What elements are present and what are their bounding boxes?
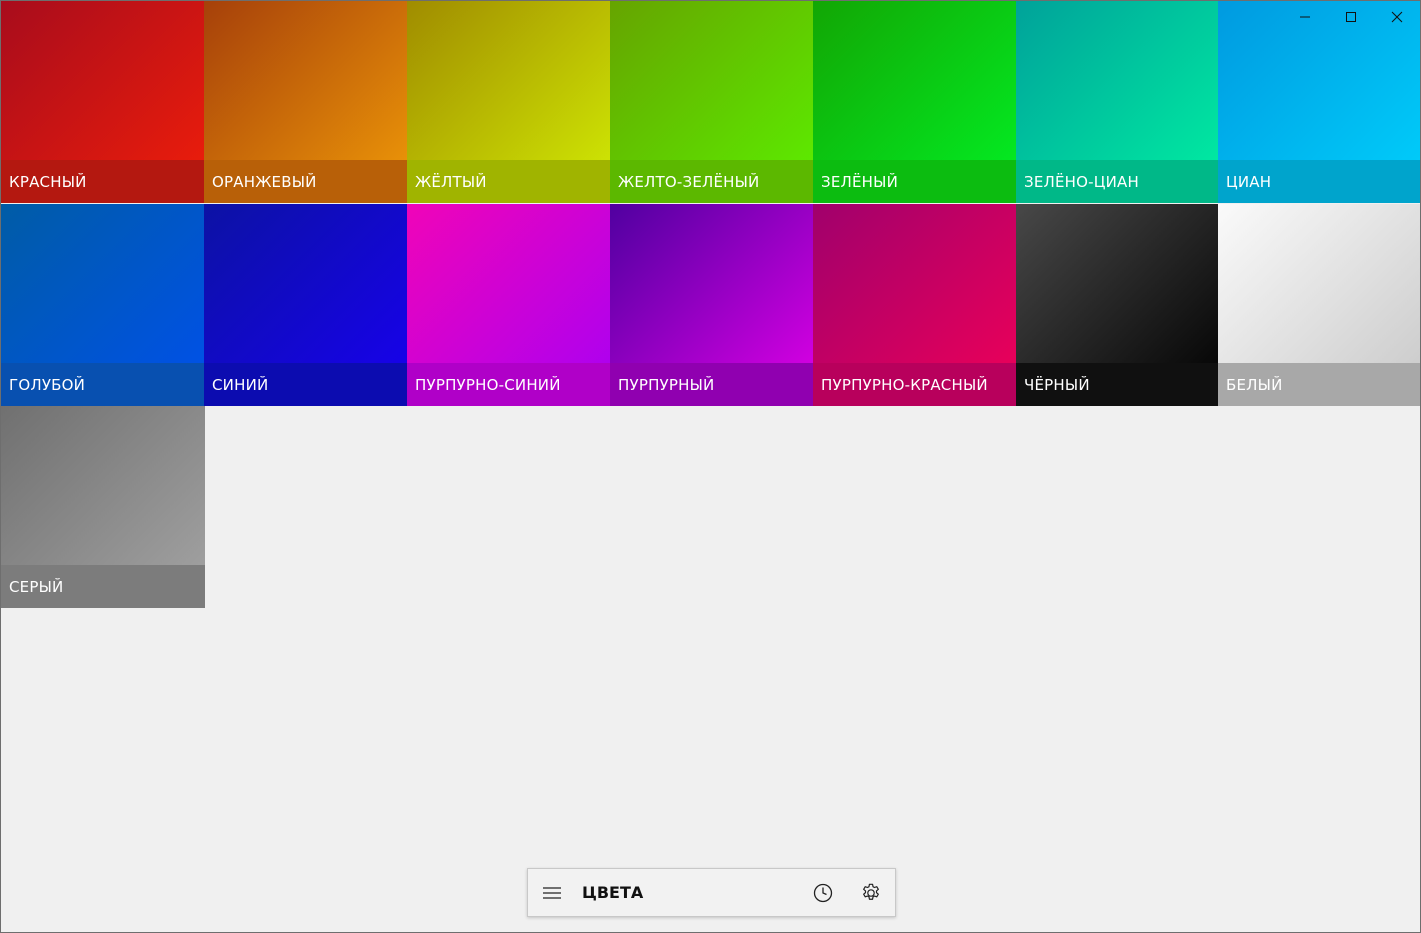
clock-icon (813, 883, 833, 902)
color-tile-label-bar: ЦИАН (1218, 160, 1420, 203)
color-tile[interactable]: ПУРПУРНО-КРАСНЫЙ (813, 204, 1016, 406)
color-tile-label: ГОЛУБОЙ (9, 375, 86, 394)
color-tile-label: СЕРЫЙ (9, 577, 64, 596)
gear-icon (863, 883, 879, 900)
color-tile-label-bar: КРАСНЫЙ (1, 160, 205, 203)
color-tile[interactable]: ЧЁРНЫЙ (1016, 204, 1218, 406)
color-tile-label: ЖЕЛТО-ЗЕЛЁНЫЙ (618, 172, 760, 191)
color-tile-label: ЗЕЛЁНЫЙ (821, 172, 898, 191)
maximize-icon (1346, 12, 1356, 22)
close-icon (1391, 11, 1403, 23)
color-tile-label-bar: ЗЕЛЁНЫЙ (813, 160, 1016, 203)
color-tile-label: БЕЛЫЙ (1226, 375, 1283, 394)
close-button[interactable] (1374, 1, 1420, 33)
color-grid: КРАСНЫЙ ОРАНЖЕВЫЙ ЖЁЛТЫЙ ЖЕЛТО-ЗЕЛЁНЫЙ ЗЕЛЁН… (1, 1, 1420, 609)
color-tile-label: ЖЁЛТЫЙ (415, 172, 487, 191)
color-tile-label-bar: ЖЁЛТЫЙ (407, 160, 610, 203)
color-tile-label-bar: СИНИЙ (204, 363, 407, 406)
color-tile-label-bar: СЕРЫЙ (1, 565, 205, 608)
color-tile-label-bar: ПУРПУРНЫЙ (610, 363, 813, 406)
color-tile[interactable]: ЖЁЛТЫЙ (407, 1, 610, 203)
color-tile-label: ПУРПУРНО-СИНИЙ (415, 375, 561, 394)
color-tile[interactable]: КРАСНЫЙ (1, 1, 205, 203)
history-button[interactable] (799, 869, 847, 916)
color-tile[interactable]: ЗЕЛЁНО-ЦИАН (1016, 1, 1218, 203)
color-tile-label: ПУРПУРНЫЙ (618, 375, 715, 394)
menu-button[interactable] (528, 869, 576, 916)
color-tile-label: ЗЕЛЁНО-ЦИАН (1024, 172, 1139, 191)
color-tile-label-bar: ГОЛУБОЙ (1, 363, 205, 406)
color-tile[interactable]: ОРАНЖЕВЫЙ (204, 1, 407, 203)
maximize-button[interactable] (1328, 1, 1374, 33)
color-tile[interactable]: БЕЛЫЙ (1218, 204, 1420, 406)
color-tile-label: ОРАНЖЕВЫЙ (212, 172, 317, 191)
minimize-icon (1300, 16, 1310, 18)
color-tile-label: ЧЁРНЫЙ (1024, 375, 1090, 394)
color-tile-label-bar: ПУРПУРНО-КРАСНЫЙ (813, 363, 1016, 406)
color-tile[interactable]: СЕРЫЙ (1, 406, 205, 608)
window-controls (1282, 1, 1420, 33)
minimize-button[interactable] (1282, 1, 1328, 33)
color-tile[interactable]: СИНИЙ (204, 204, 407, 406)
color-tile-label: КРАСНЫЙ (9, 172, 87, 191)
color-tile[interactable]: ЖЕЛТО-ЗЕЛЁНЫЙ (610, 1, 813, 203)
color-tile-label-bar: ЗЕЛЁНО-ЦИАН (1016, 160, 1218, 203)
hamburger-menu-icon (543, 886, 561, 899)
color-tile-label-bar: ОРАНЖЕВЫЙ (204, 160, 407, 203)
color-tile-label: ПУРПУРНО-КРАСНЫЙ (821, 375, 988, 394)
color-tile[interactable]: ПУРПУРНО-СИНИЙ (407, 204, 610, 406)
color-tile-label-bar: ПУРПУРНО-СИНИЙ (407, 363, 610, 406)
color-tile[interactable]: ПУРПУРНЫЙ (610, 204, 813, 406)
bottom-toolbar: ЦВЕТА (527, 868, 896, 917)
color-tile-label-bar: ЧЁРНЫЙ (1016, 363, 1218, 406)
color-tile-label: ЦИАН (1226, 172, 1272, 191)
app-window: КРАСНЫЙ ОРАНЖЕВЫЙ ЖЁЛТЫЙ ЖЕЛТО-ЗЕЛЁНЫЙ ЗЕЛЁН… (0, 0, 1421, 933)
color-tile-label-bar: БЕЛЫЙ (1218, 363, 1420, 406)
color-tile[interactable]: ЗЕЛЁНЫЙ (813, 1, 1016, 203)
color-tile-label: СИНИЙ (212, 375, 269, 394)
color-tile-label-bar: ЖЕЛТО-ЗЕЛЁНЫЙ (610, 160, 813, 203)
toolbar-title: ЦВЕТА (582, 883, 644, 902)
settings-button[interactable] (847, 869, 895, 916)
color-tile[interactable]: ГОЛУБОЙ (1, 204, 205, 406)
